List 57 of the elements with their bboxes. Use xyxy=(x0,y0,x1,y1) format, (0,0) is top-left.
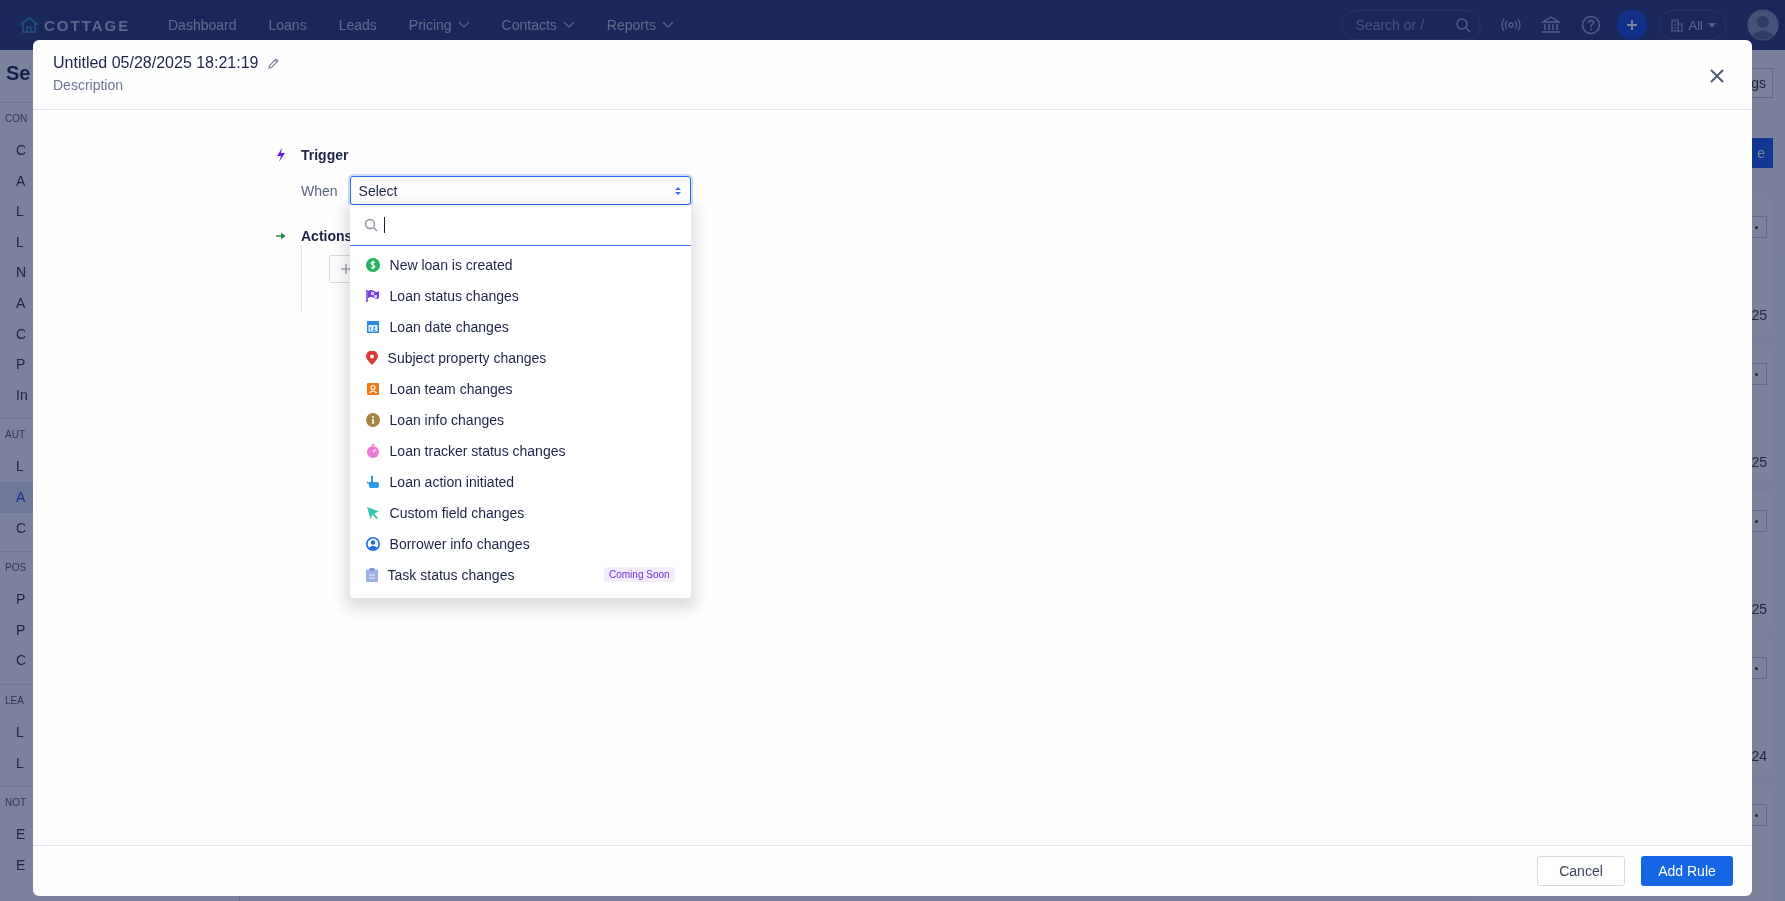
date-text: 25 xyxy=(1751,601,1767,617)
field-label: When xyxy=(301,182,338,199)
search-icon xyxy=(363,218,378,232)
map-pin-icon xyxy=(365,350,378,365)
search-icon[interactable] xyxy=(1454,17,1471,33)
section-label: Actions xyxy=(301,228,353,244)
help-icon[interactable] xyxy=(1580,15,1601,35)
option-item[interactable]: Subject property changes xyxy=(349,342,691,373)
stopwatch-icon xyxy=(365,443,380,458)
option-item[interactable]: Borrower info changes xyxy=(349,528,691,559)
user-circle-icon xyxy=(365,536,380,551)
pencil-icon[interactable] xyxy=(266,56,280,70)
arrow-right-icon xyxy=(276,232,286,240)
section-heading: CON xyxy=(4,113,29,126)
plus-icon xyxy=(340,263,352,275)
calendar-icon xyxy=(365,319,380,334)
option-item[interactable]: New loan is created xyxy=(349,249,691,280)
option-item[interactable]: Task status changes Coming Soon xyxy=(349,559,691,590)
section-heading: AUT xyxy=(4,429,26,443)
option-item[interactable]: Loan action initiated xyxy=(349,466,691,497)
section-heading: NOT xyxy=(4,797,28,811)
plus-icon xyxy=(1625,19,1638,31)
trigger-select[interactable]: Select xyxy=(349,176,691,205)
info-icon xyxy=(365,412,380,427)
dollar-icon xyxy=(365,257,380,272)
section-heading: LEA xyxy=(4,694,25,708)
page-heading: Se xyxy=(6,62,31,84)
option-item[interactable]: Loan team changes xyxy=(349,373,691,404)
status-badge: Coming Soon xyxy=(604,567,675,582)
lightning-icon xyxy=(276,148,286,162)
option-item[interactable]: Custom field changes xyxy=(349,497,691,528)
dialog-title: Untitled 05/28/2025 18:21:19 xyxy=(53,54,259,72)
date-text: 24 xyxy=(1751,748,1767,764)
house-logo-icon xyxy=(20,17,38,33)
clipboard-icon xyxy=(365,567,378,582)
option-item[interactable]: Loan info changes xyxy=(349,404,691,435)
close-icon[interactable] xyxy=(1710,69,1724,83)
bank-icon[interactable] xyxy=(1540,16,1561,34)
flag-icon xyxy=(365,288,380,303)
contact-card-icon xyxy=(365,381,380,396)
broadcast-icon[interactable] xyxy=(1500,18,1521,32)
pointing-hand-icon xyxy=(365,474,380,489)
section-heading: POS xyxy=(4,562,28,576)
caret-icon xyxy=(1708,22,1716,28)
option-item[interactable]: Loan tracker status changes xyxy=(349,435,691,466)
description-text[interactable]: Description xyxy=(53,77,280,93)
option-item[interactable]: Loan status changes xyxy=(349,280,691,311)
building-icon xyxy=(1669,18,1684,32)
add-button[interactable] xyxy=(1616,10,1647,40)
sort-arrows-icon xyxy=(673,185,682,196)
option-item[interactable]: Loan date changes xyxy=(349,311,691,342)
add-rule-button[interactable]: Add Rule xyxy=(1641,856,1733,886)
date-text: 25 xyxy=(1751,307,1767,323)
cancel-button[interactable]: Cancel xyxy=(1537,856,1625,886)
section-label: Trigger xyxy=(301,147,349,163)
cursor-icon xyxy=(365,505,380,520)
date-text: 25 xyxy=(1751,454,1767,470)
